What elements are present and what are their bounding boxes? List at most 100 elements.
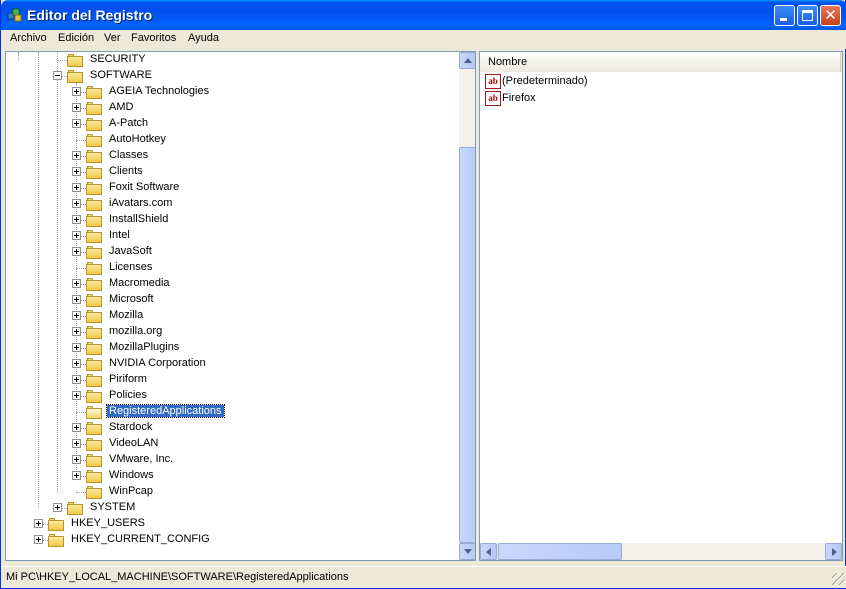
menu-favoritos[interactable]: Favoritos bbox=[131, 32, 176, 44]
expand-icon[interactable] bbox=[72, 471, 81, 480]
tree-node-label[interactable]: VideoLAN bbox=[107, 437, 160, 449]
column-header-nombre[interactable]: Nombre bbox=[480, 52, 841, 72]
expand-icon[interactable] bbox=[72, 167, 81, 176]
tree-node-label[interactable]: AMD bbox=[107, 101, 135, 113]
tree-node[interactable]: SOFTWARE bbox=[6, 68, 456, 84]
expand-icon[interactable] bbox=[34, 519, 43, 528]
tree-node-label[interactable]: HKEY_CURRENT_CONFIG bbox=[69, 533, 212, 545]
expand-icon[interactable] bbox=[72, 247, 81, 256]
tree-node[interactable]: HKEY_USERS bbox=[6, 516, 456, 532]
tree-node-label[interactable]: RegisteredApplications bbox=[106, 404, 225, 418]
scroll-down-button[interactable] bbox=[459, 543, 475, 560]
tree-node-label[interactable]: Intel bbox=[107, 229, 132, 241]
tree-node[interactable]: Stardock bbox=[6, 420, 456, 436]
tree-node[interactable]: MozillaPlugins bbox=[6, 340, 456, 356]
tree-node-label[interactable]: SOFTWARE bbox=[88, 69, 154, 81]
tree-node-label[interactable]: Policies bbox=[107, 389, 149, 401]
tree-node-label[interactable]: Clients bbox=[107, 165, 145, 177]
tree-node[interactable]: SECURITY bbox=[6, 52, 456, 68]
tree-node[interactable]: Mozilla bbox=[6, 308, 456, 324]
expand-icon[interactable] bbox=[72, 279, 81, 288]
tree-node-label[interactable]: Licenses bbox=[107, 261, 154, 273]
expand-icon[interactable] bbox=[72, 87, 81, 96]
tree-node[interactable]: Classes bbox=[6, 148, 456, 164]
tree-node[interactable]: A-Patch bbox=[6, 116, 456, 132]
expand-icon[interactable] bbox=[72, 231, 81, 240]
tree-node[interactable]: Clients bbox=[6, 164, 456, 180]
key-tree-pane[interactable]: SECURITY SOFTWARE AGEIA Technologies AMD A-P… bbox=[5, 51, 476, 561]
expand-icon[interactable] bbox=[72, 391, 81, 400]
tree-node-label[interactable]: Piriform bbox=[107, 373, 149, 385]
tree-node-label[interactable]: Macromedia bbox=[107, 277, 172, 289]
tree-scroll-thumb[interactable] bbox=[459, 147, 475, 543]
resize-grip[interactable] bbox=[832, 573, 844, 585]
tree-node-label[interactable]: SYSTEM bbox=[88, 501, 137, 513]
tree-node[interactable]: RegisteredApplications bbox=[6, 404, 456, 420]
expand-icon[interactable] bbox=[72, 151, 81, 160]
tree-node-label[interactable]: mozilla.org bbox=[107, 325, 164, 337]
expand-icon[interactable] bbox=[72, 327, 81, 336]
expand-icon[interactable] bbox=[72, 119, 81, 128]
expand-icon[interactable] bbox=[72, 103, 81, 112]
expand-icon[interactable] bbox=[72, 455, 81, 464]
tree-node[interactable]: AGEIA Technologies bbox=[6, 84, 456, 100]
tree-node-label[interactable]: A-Patch bbox=[107, 117, 150, 129]
tree-node-label[interactable]: Windows bbox=[107, 469, 156, 481]
menu-ayuda[interactable]: Ayuda bbox=[188, 32, 219, 44]
maximize-button[interactable] bbox=[797, 5, 818, 26]
tree-node[interactable]: WinPcap bbox=[6, 484, 456, 500]
tree-node-label[interactable]: InstallShield bbox=[107, 213, 170, 225]
tree-node[interactable]: VMware, Inc. bbox=[6, 452, 456, 468]
tree-node[interactable]: mozilla.org bbox=[6, 324, 456, 340]
scroll-up-button[interactable] bbox=[459, 52, 475, 69]
tree-node-label[interactable]: SECURITY bbox=[88, 53, 148, 65]
tree-node[interactable]: iAvatars.com bbox=[6, 196, 456, 212]
tree-node-label[interactable]: AutoHotkey bbox=[107, 133, 168, 145]
collapse-icon[interactable] bbox=[53, 71, 62, 80]
expand-icon[interactable] bbox=[72, 183, 81, 192]
expand-icon[interactable] bbox=[34, 535, 43, 544]
expand-icon[interactable] bbox=[72, 295, 81, 304]
tree-vertical-scrollbar[interactable] bbox=[459, 52, 475, 560]
tree-node[interactable]: Intel bbox=[6, 228, 456, 244]
tree-node-label[interactable]: NVIDIA Corporation bbox=[107, 357, 208, 369]
tree-node[interactable]: SYSTEM bbox=[6, 500, 456, 516]
menu-edicion[interactable]: Edición bbox=[58, 32, 94, 44]
expand-icon[interactable] bbox=[72, 199, 81, 208]
tree-node[interactable]: Windows bbox=[6, 468, 456, 484]
expand-icon[interactable] bbox=[72, 311, 81, 320]
tree-node-label[interactable]: Microsoft bbox=[107, 293, 156, 305]
tree-node-label[interactable]: JavaSoft bbox=[107, 245, 154, 257]
expand-icon[interactable] bbox=[72, 343, 81, 352]
tree-node-label[interactable]: Mozilla bbox=[107, 309, 145, 321]
expand-icon[interactable] bbox=[72, 423, 81, 432]
tree-node-label[interactable]: Classes bbox=[107, 149, 150, 161]
tree-node[interactable]: JavaSoft bbox=[6, 244, 456, 260]
close-button[interactable]: ✕ bbox=[820, 5, 841, 26]
menu-ver[interactable]: Ver bbox=[104, 32, 121, 44]
tree-node-label[interactable]: Stardock bbox=[107, 421, 154, 433]
tree-node[interactable]: InstallShield bbox=[6, 212, 456, 228]
tree-node[interactable]: Microsoft bbox=[6, 292, 456, 308]
title-bar[interactable]: Editor del Registro ✕ bbox=[1, 0, 846, 30]
menu-archivo[interactable]: Archivo bbox=[10, 32, 47, 44]
tree-node[interactable]: HKEY_CURRENT_CONFIG bbox=[6, 532, 456, 548]
tree-node[interactable]: AMD bbox=[6, 100, 456, 116]
tree-node-label[interactable]: MozillaPlugins bbox=[107, 341, 181, 353]
tree-node-label[interactable]: HKEY_USERS bbox=[69, 517, 147, 529]
tree-node-label[interactable]: AGEIA Technologies bbox=[107, 85, 211, 97]
list-horizontal-scrollbar[interactable] bbox=[480, 543, 842, 560]
expand-icon[interactable] bbox=[72, 439, 81, 448]
tree-node[interactable]: NVIDIA Corporation bbox=[6, 356, 456, 372]
scroll-left-button[interactable] bbox=[480, 543, 497, 560]
tree-node[interactable]: AutoHotkey bbox=[6, 132, 456, 148]
list-scroll-thumb[interactable] bbox=[498, 543, 622, 560]
tree-node[interactable]: Macromedia bbox=[6, 276, 456, 292]
expand-icon[interactable] bbox=[53, 503, 62, 512]
tree-node[interactable]: Policies bbox=[6, 388, 456, 404]
minimize-button[interactable] bbox=[774, 5, 795, 26]
tree-node[interactable]: VideoLAN bbox=[6, 436, 456, 452]
values-list-pane[interactable]: Nombre ab (Predeterminado) ab Firefox bbox=[479, 51, 843, 561]
scroll-right-button[interactable] bbox=[825, 543, 842, 560]
tree-node[interactable]: Licenses bbox=[6, 260, 456, 276]
